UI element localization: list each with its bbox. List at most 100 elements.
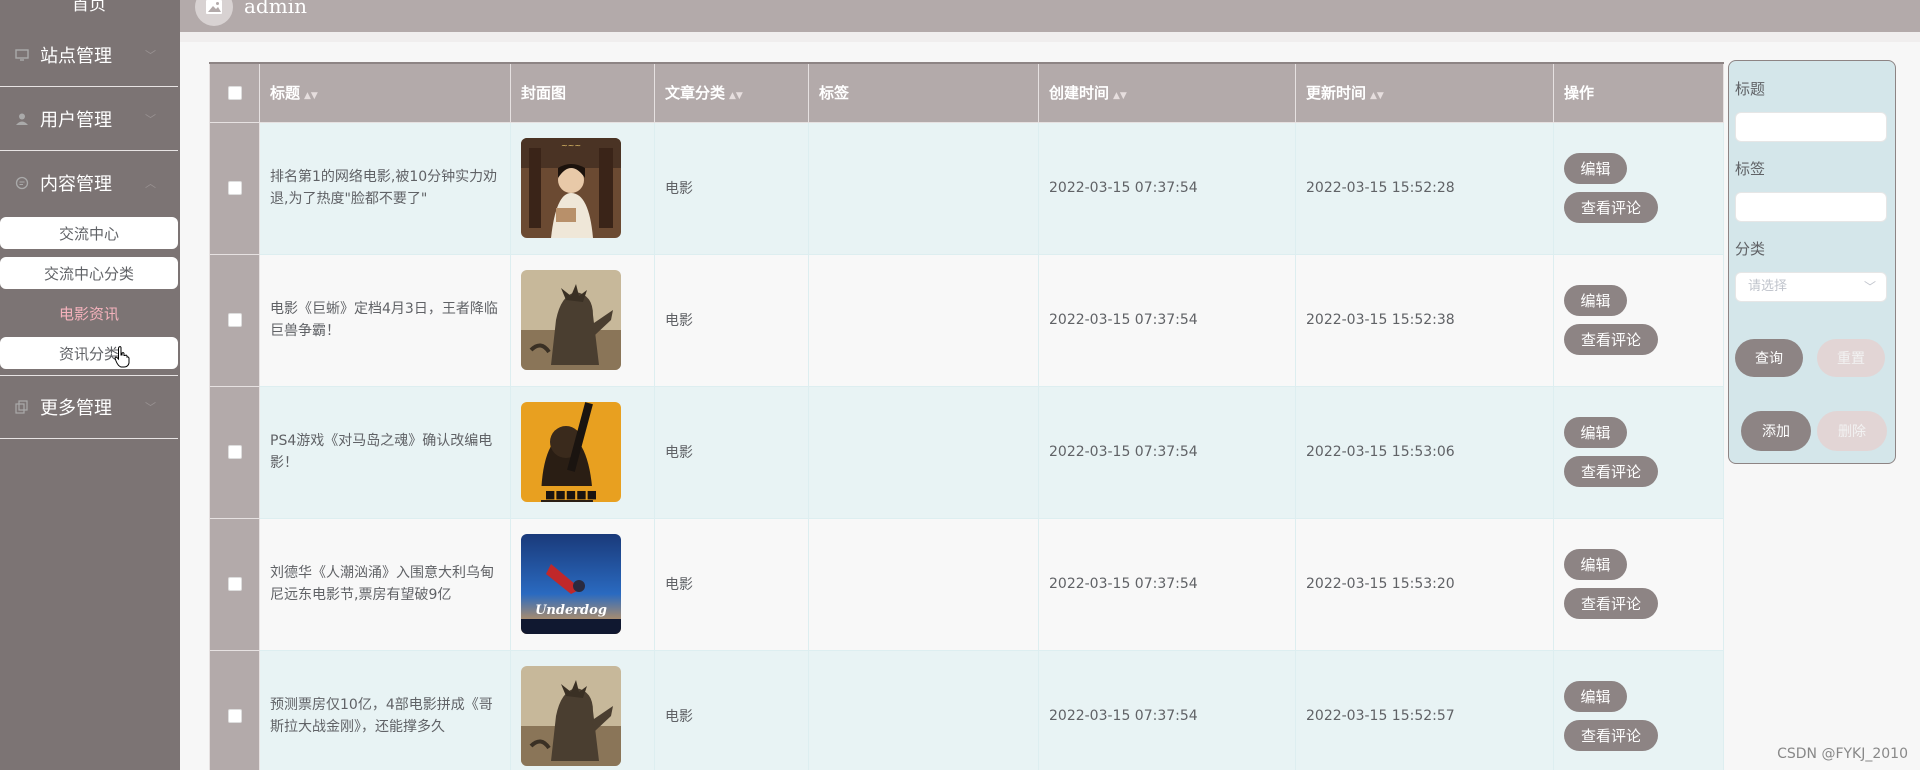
user-icon [14,111,30,127]
table-header-row: 标题 ▲▼ 封面图 文章分类 ▲▼ 标签 创建时间 ▲▼ 更新时间 ▲▼ 操作 [209,62,1724,123]
filter-title-label: 标题 [1735,80,1766,98]
updated-cell: 2022-03-15 15:52:28 [1295,121,1554,255]
view-comments-button[interactable]: 查看评论 [1564,324,1658,355]
sidebar-group-more[interactable]: 更多管理 ﹀ [0,375,178,439]
column-header-cover: 封面图 [510,62,655,123]
poster-monster[interactable] [521,666,621,766]
row-checkbox[interactable] [227,313,242,327]
svg-text:Underdog: Underdog [535,603,607,618]
tag-cell [808,253,1039,387]
reset-button[interactable]: 重置 [1817,339,1885,377]
tag-cell [808,385,1039,519]
sidebar-group-user[interactable]: 用户管理 ﹀ [0,87,178,151]
delete-button[interactable]: 删除 [1817,411,1887,451]
table-row: 排名第1的网络电影,被10分钟实力劝退,为了热度"脸都不要了" ~~~ 电影 2… [209,121,1724,255]
updated-cell: 2022-03-15 15:52:57 [1295,649,1554,770]
row-checkbox[interactable] [227,709,242,723]
poster-monster[interactable] [521,270,621,370]
title-cell: 预测票房仅10亿，4部电影拼成《哥斯拉大战金刚》，还能撑多久 [259,649,511,770]
column-label: 操作 [1564,84,1595,103]
title-cell: PS4游戏《对马岛之魂》确认改编电影！ [259,385,511,519]
select-all-checkbox[interactable] [227,86,242,101]
cover-cell [510,253,655,387]
tag-search-input[interactable] [1735,192,1887,222]
created-cell: 2022-03-15 07:37:54 [1038,517,1296,651]
sidebar-item-home[interactable]: 首页 [0,0,178,15]
sidebar-group-label: 更多管理 [40,398,112,419]
svg-text:■■■■■: ■■■■■ [545,488,597,501]
sidebar-group-label: 站点管理 [40,45,112,67]
column-header-title[interactable]: 标题 ▲▼ [259,62,511,123]
sidebar: 首页 站点管理 ﹀ 用户管理 ﹀ 内容管理 ︿ 交流中心 交流中心分类 电影资讯… [0,0,180,770]
tag-cell [808,649,1039,770]
edit-button[interactable]: 编辑 [1564,285,1627,316]
column-label: 文章分类 [665,84,726,103]
created-cell: 2022-03-15 07:37:54 [1038,121,1296,255]
updated-cell: 2022-03-15 15:52:38 [1295,253,1554,387]
sidebar-group-label: 用户管理 [40,109,112,131]
created-cell: 2022-03-15 07:37:54 [1038,649,1296,770]
sidebar-group-site[interactable]: 站点管理 ﹀ [0,23,178,87]
view-comments-button[interactable]: 查看评论 [1564,720,1658,751]
row-checkbox[interactable] [227,181,242,195]
row-select-cell [209,517,260,651]
table-row: 刘德华《人潮汹涌》入围意大利乌甸尼远东电影节,票房有望破9亿 Underdog … [209,517,1724,651]
poster-yellow-soldier[interactable]: ■■■■■ [521,402,621,502]
title-cell: 排名第1的网络电影,被10分钟实力劝退,为了热度"脸都不要了" [259,121,511,255]
row-checkbox[interactable] [227,445,242,459]
view-comments-button[interactable]: 查看评论 [1564,588,1658,619]
add-button[interactable]: 添加 [1741,411,1811,451]
view-comments-button[interactable]: 查看评论 [1564,192,1658,223]
tag-cell [808,517,1039,651]
actions-cell: 编辑 查看评论 [1553,253,1724,387]
row-select-cell [209,385,260,519]
column-label: 封面图 [521,84,567,103]
row-select-cell [209,253,260,387]
row-select-cell [209,649,260,770]
cover-cell: Underdog [510,517,655,651]
filter-panel: 标题 标签 分类 请选择 ﹀ 查询 重置 添加 删除 [1728,60,1896,464]
column-header-created[interactable]: 创建时间 ▲▼ [1038,62,1296,123]
watermark: CSDN @FYKJ_2010 [1777,746,1908,762]
copy-icon [14,399,30,415]
avatar[interactable] [195,0,233,26]
search-button[interactable]: 查询 [1735,339,1803,377]
filter-category-label: 分类 [1735,240,1766,258]
edit-button[interactable]: 编辑 [1564,417,1627,448]
sidebar-item-exchange-category[interactable]: 交流中心分类 [0,257,178,289]
sidebar-item-exchange-center[interactable]: 交流中心 [0,217,178,249]
edit-button[interactable]: 编辑 [1564,549,1627,580]
monitor-icon [14,47,30,63]
category-cell: 电影 [654,517,809,651]
chevron-down-icon: ﹀ [145,112,156,126]
hand-cursor-icon [114,346,130,368]
column-header-category[interactable]: 文章分类 ▲▼ [654,62,809,123]
sidebar-item-movie-news[interactable]: 电影资讯 [0,297,178,329]
poster-underdog[interactable]: Underdog [521,534,621,634]
category-cell: 电影 [654,253,809,387]
actions-cell: 编辑 查看评论 [1553,649,1724,770]
poster-costume-drama[interactable]: ~~~ [521,138,621,238]
edit-button[interactable]: 编辑 [1564,681,1627,712]
table-row: 预测票房仅10亿，4部电影拼成《哥斯拉大战金刚》，还能撑多久 电影 2022-0… [209,649,1724,770]
table-row: PS4游戏《对马岛之魂》确认改编电影！ ■■■■■ 电影 2022-03-15 … [209,385,1724,519]
category-cell: 电影 [654,649,809,770]
chat-icon [14,175,30,191]
title-search-input[interactable] [1735,112,1887,142]
edit-button[interactable]: 编辑 [1564,153,1627,184]
chevron-down-icon: ﹀ [1863,280,1876,294]
row-checkbox[interactable] [227,577,242,591]
view-comments-button[interactable]: 查看评论 [1564,456,1658,487]
created-cell: 2022-03-15 07:37:54 [1038,253,1296,387]
column-header-actions: 操作 [1553,62,1724,123]
sidebar-group-content[interactable]: 内容管理 ︿ [0,151,178,215]
filter-tag-label: 标签 [1735,160,1766,178]
created-cell: 2022-03-15 07:37:54 [1038,385,1296,519]
column-header-updated[interactable]: 更新时间 ▲▼ [1295,62,1554,123]
cover-cell: ■■■■■ [510,385,655,519]
chevron-down-icon: ﹀ [145,48,156,62]
tag-cell [808,121,1039,255]
category-select[interactable]: 请选择 ﹀ [1735,272,1887,302]
column-label: 标签 [819,84,850,103]
sidebar-item-news-category[interactable]: 资讯分类 [0,337,178,369]
